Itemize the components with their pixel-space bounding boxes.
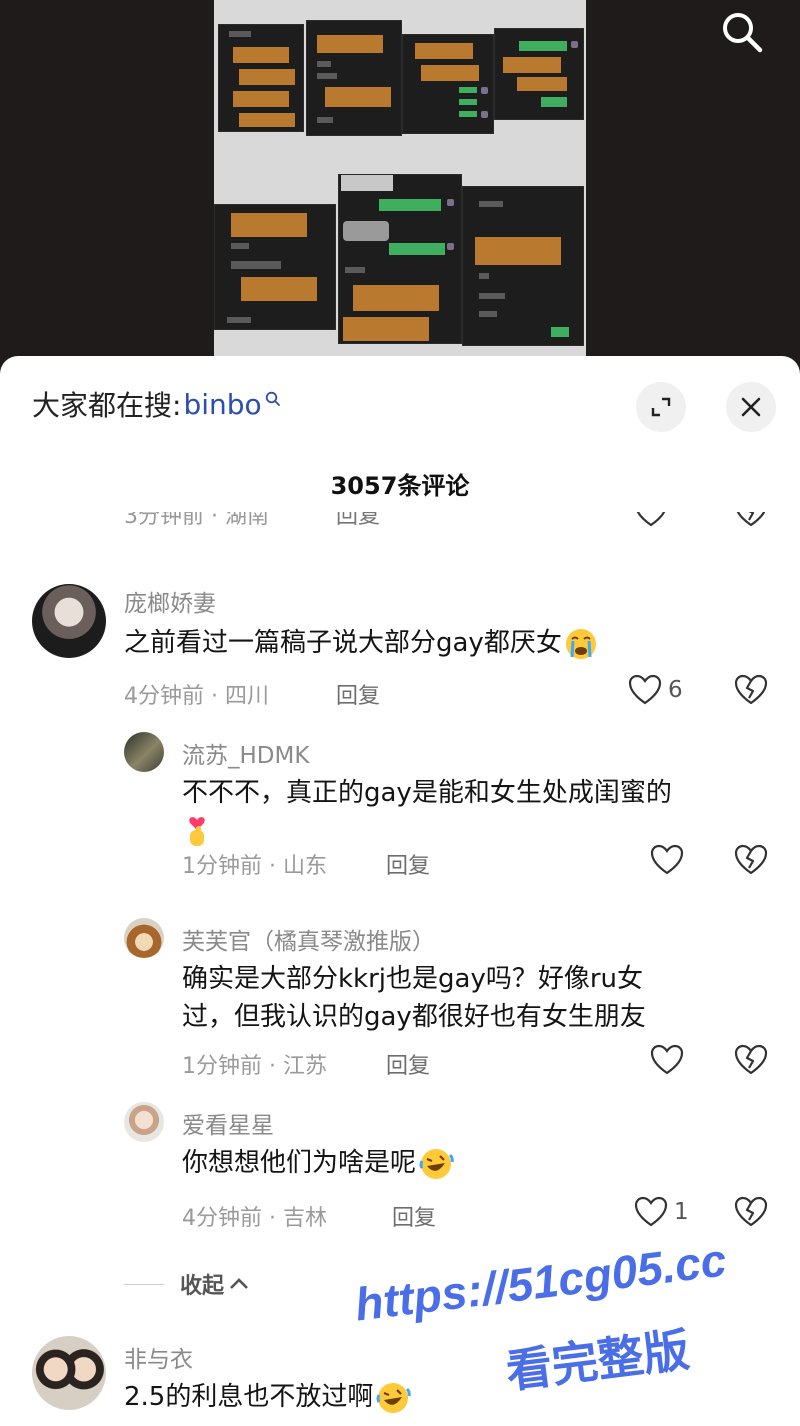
reply-button[interactable]: 回复 bbox=[386, 1048, 430, 1080]
divider bbox=[124, 1283, 164, 1285]
comment-author[interactable]: 庞榔娇妻 bbox=[124, 584, 216, 618]
broken-heart-icon bbox=[734, 674, 768, 705]
small-search-icon bbox=[265, 391, 280, 406]
avatar[interactable] bbox=[124, 732, 164, 772]
chat-screenshot bbox=[214, 204, 336, 330]
video-frame bbox=[214, 0, 586, 360]
comment-author[interactable]: 流苏_HDMK bbox=[182, 736, 309, 770]
comment-meta: 4分钟前 · 四川 bbox=[124, 684, 269, 709]
comment-meta: 3分钟前 · 湖南 bbox=[124, 512, 269, 529]
reply-button[interactable]: 回复 bbox=[336, 512, 380, 530]
reply-button[interactable]: 回复 bbox=[386, 848, 430, 880]
search-suggestion[interactable]: 大家都在搜: binbo bbox=[32, 384, 281, 424]
finger-heart-emoji-icon bbox=[189, 816, 205, 846]
comment-meta: 1分钟前 · 江苏 bbox=[182, 1054, 327, 1079]
search-suggestion-keyword[interactable]: binbo bbox=[183, 388, 261, 421]
avatar[interactable] bbox=[124, 918, 164, 958]
comment-meta: 1分钟前 · 山东 bbox=[182, 854, 327, 879]
heart-icon bbox=[650, 1044, 684, 1075]
chat-screenshot bbox=[462, 186, 584, 346]
previous-comment-meta-row: 3分钟前 · 湖南 回复 bbox=[0, 512, 800, 536]
comment-author[interactable]: 芙芙官（橘真琴激推版） bbox=[182, 922, 435, 956]
comment-author[interactable]: 非与衣 bbox=[124, 1340, 193, 1374]
watermark-caption: 看完整版 bbox=[503, 1322, 693, 1399]
video-search-button[interactable] bbox=[716, 6, 768, 58]
dislike-button[interactable] bbox=[734, 1044, 768, 1080]
chevron-up-icon bbox=[230, 1278, 248, 1289]
chat-screenshot bbox=[218, 24, 304, 132]
comment-text: 不不不，真正的gay是能和女生处成闺蜜的 bbox=[182, 774, 772, 850]
broken-heart-icon bbox=[734, 844, 768, 875]
comment-author[interactable]: 爱看星星 bbox=[182, 1106, 274, 1140]
dislike-button[interactable] bbox=[734, 512, 768, 532]
avatar[interactable] bbox=[32, 584, 106, 658]
search-suggestion-prefix: 大家都在搜: bbox=[32, 389, 182, 422]
like-button[interactable]: 1 bbox=[634, 1196, 689, 1228]
comment-text: 之前看过一篇稿子说大部分gay都厌女 bbox=[124, 624, 598, 662]
dislike-button[interactable] bbox=[734, 1196, 768, 1232]
expand-icon bbox=[651, 397, 671, 417]
heart-icon bbox=[650, 844, 684, 875]
close-button[interactable] bbox=[726, 382, 776, 432]
like-count: 1 bbox=[674, 1199, 689, 1225]
dislike-button[interactable] bbox=[734, 674, 768, 710]
chat-screenshot bbox=[402, 34, 494, 134]
broken-heart-icon bbox=[734, 1196, 768, 1227]
like-count: 6 bbox=[668, 677, 683, 703]
comment-count: 3057条评论 bbox=[330, 472, 470, 500]
reply-button[interactable]: 回复 bbox=[392, 1200, 436, 1232]
heart-icon bbox=[636, 512, 666, 527]
watermark: https://51cg05.cc 看完整版 bbox=[352, 1234, 800, 1426]
like-button[interactable]: 6 bbox=[628, 674, 683, 706]
like-button[interactable] bbox=[634, 512, 668, 532]
reply-button[interactable]: 回复 bbox=[336, 678, 380, 710]
crying-emoji-icon bbox=[565, 628, 596, 659]
like-button[interactable] bbox=[650, 844, 684, 876]
search-icon bbox=[723, 13, 763, 53]
comment-text: 你想想他们为啥是呢 bbox=[182, 1144, 454, 1182]
collapse-replies-button[interactable]: 收起 bbox=[124, 1268, 250, 1300]
heart-icon bbox=[634, 1196, 668, 1227]
comment-text: 确实是大部分kkrj也是gay吗？好像ru女 过，但我认识的gay都很好也有女生朋… bbox=[182, 964, 646, 1032]
expand-button[interactable] bbox=[636, 382, 686, 432]
broken-heart-icon bbox=[734, 1044, 768, 1075]
broken-heart-icon bbox=[736, 512, 766, 527]
like-button[interactable] bbox=[650, 1044, 684, 1076]
close-icon bbox=[741, 397, 761, 417]
collapse-label: 收起 bbox=[180, 1274, 225, 1299]
video-player[interactable] bbox=[0, 0, 800, 380]
avatar[interactable] bbox=[32, 1336, 106, 1410]
avatar[interactable] bbox=[124, 1102, 164, 1142]
comment-meta: 4分钟前 · 吉林 bbox=[182, 1206, 327, 1231]
laughing-emoji-icon bbox=[419, 1148, 454, 1179]
chat-screenshot bbox=[494, 28, 584, 120]
chat-screenshot bbox=[306, 20, 402, 136]
dislike-button[interactable] bbox=[734, 844, 768, 880]
heart-icon bbox=[628, 674, 662, 705]
chat-screenshot bbox=[338, 174, 462, 344]
